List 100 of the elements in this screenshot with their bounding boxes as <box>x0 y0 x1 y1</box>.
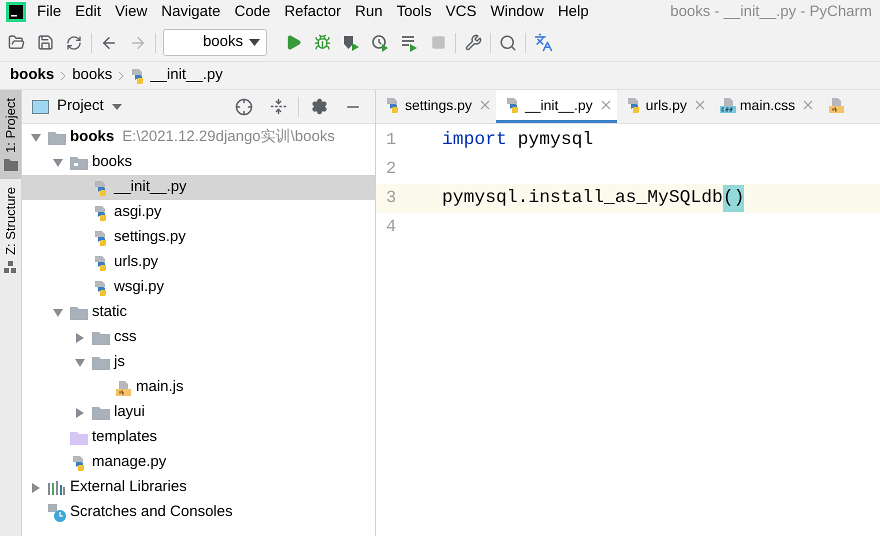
tree-label: External Libraries <box>70 477 187 498</box>
tree-row[interactable]: asgi.py <box>22 200 375 225</box>
tree-row[interactable]: External Libraries <box>22 475 375 500</box>
menu-item[interactable]: Code <box>227 0 278 24</box>
code-text: pymysql.install_as_MySQLdb <box>442 187 723 210</box>
tree-label: static <box>92 302 128 322</box>
menu-item[interactable]: Window <box>483 0 551 24</box>
menu-item[interactable]: View <box>108 0 154 24</box>
folder-icon <box>4 158 18 171</box>
folder-icon <box>48 130 66 144</box>
python-file-icon <box>93 204 109 220</box>
line-number: 2 <box>385 158 398 181</box>
line-number: 3 <box>385 188 398 210</box>
tree-row[interactable]: templates <box>22 425 375 450</box>
tree-row[interactable]: wsgi.py <box>22 275 375 300</box>
tree-row[interactable]: books <box>22 150 375 175</box>
tree-row[interactable]: layui <box>22 400 375 425</box>
tree-row[interactable]: settings.py <box>22 225 375 250</box>
close-icon[interactable] <box>803 100 814 110</box>
js-file-icon <box>115 380 131 396</box>
app-logo-icon <box>6 2 26 22</box>
collapsed-arrow-icon[interactable] <box>31 482 41 492</box>
python-file-icon <box>93 230 109 246</box>
python-file-icon <box>93 180 109 196</box>
tree-row[interactable]: Scratches and Consoles <box>22 500 375 525</box>
tree-label: Scratches and Consoles <box>70 502 233 522</box>
side-tool-tab[interactable]: 1: Project <box>0 90 21 179</box>
editor-tab[interactable]: __init__.py <box>496 90 617 123</box>
python-file-icon <box>93 280 109 296</box>
menu-item[interactable]: Tools <box>390 0 439 24</box>
tree-label: settings.py <box>114 227 186 248</box>
expanded-arrow-icon[interactable] <box>75 358 85 368</box>
expanded-arrow-icon[interactable] <box>31 132 41 142</box>
tree-row[interactable]: static <box>22 300 375 325</box>
tree-path: E:\2021.12.29django实训\books <box>122 127 335 148</box>
menu-item[interactable]: Navigate <box>154 0 228 24</box>
folder-icon <box>92 406 110 420</box>
side-tab-label: Z: Structure <box>2 186 19 255</box>
line-number: 4 <box>385 216 398 239</box>
close-icon[interactable] <box>480 100 490 110</box>
tree-label: asgi.py <box>114 202 162 222</box>
folder-icon <box>70 306 88 320</box>
code-text: () <box>722 185 744 212</box>
editor-tab[interactable]: main.css <box>710 90 820 123</box>
tree-row[interactable]: urls.py <box>22 250 375 275</box>
collapsed-arrow-icon[interactable] <box>75 332 85 342</box>
expanded-arrow-icon[interactable] <box>53 308 63 318</box>
menu-item[interactable]: VCS <box>438 0 484 24</box>
project-window-icon <box>32 100 49 114</box>
menu-item[interactable]: Refactor <box>277 0 348 24</box>
run-configuration-dropdown[interactable]: books <box>163 29 267 56</box>
breadcrumb-item[interactable]: books <box>72 64 112 87</box>
expanded-arrow-icon[interactable] <box>53 158 63 168</box>
project-view-dropdown[interactable]: Project <box>57 95 122 118</box>
tree-label: js <box>114 352 125 372</box>
tree-row[interactable]: css <box>22 325 375 350</box>
tree-label: layui <box>114 402 145 422</box>
tab-label: main.css <box>740 96 796 114</box>
menu-item[interactable]: File <box>30 0 68 24</box>
tree-row[interactable]: main.js <box>22 375 375 400</box>
tab-label: settings.py <box>405 96 472 115</box>
menu-item[interactable]: Help <box>550 0 596 24</box>
breadcrumb-item[interactable]: books <box>10 64 54 87</box>
python-file-icon <box>385 97 401 113</box>
tree-label: __init__.py <box>114 177 187 198</box>
breadcrumb-item[interactable]: __init__.py <box>150 64 223 87</box>
menu-item[interactable]: Run <box>348 0 390 24</box>
folder-icon <box>92 330 110 344</box>
tab-label: __init__.py <box>524 96 593 115</box>
tree-label: main.js <box>136 377 184 398</box>
dropdown-caret-icon <box>249 39 260 46</box>
editor-tab[interactable]: urls.py <box>616 90 711 123</box>
tree-row[interactable]: books E:\2021.12.29django实训\books <box>22 125 375 150</box>
python-file-icon <box>93 254 109 270</box>
package-folder-icon <box>70 156 88 170</box>
python-file-icon <box>504 97 521 113</box>
menu-item[interactable]: Edit <box>68 0 108 24</box>
close-icon[interactable] <box>694 100 705 110</box>
tab-label: urls.py <box>646 96 687 115</box>
code-text: pymysql <box>516 129 594 152</box>
editor-tab[interactable]: settings.py <box>376 90 496 123</box>
python-file-icon <box>71 454 87 470</box>
tree-label: templates <box>92 427 158 448</box>
code-keyword: import <box>442 129 507 152</box>
tree-row[interactable]: __init__.py <box>22 175 375 200</box>
window-title: books - __init__.py - PyCharm <box>670 2 872 22</box>
tree-label: books <box>70 127 114 148</box>
css-file-icon <box>720 97 736 113</box>
tree-row[interactable]: js <box>22 350 375 375</box>
tree-row[interactable]: manage.py <box>22 450 375 475</box>
dropdown-caret-icon <box>112 104 122 110</box>
close-icon[interactable] <box>600 100 611 110</box>
tree-label: books <box>92 152 132 172</box>
side-tab-label: 1: Project <box>2 98 19 153</box>
scratches-clock-icon <box>48 504 66 522</box>
tree-label: css <box>114 327 136 348</box>
collapsed-arrow-icon[interactable] <box>75 408 85 418</box>
side-tool-tab[interactable]: Z: Structure <box>0 178 21 281</box>
js-file-icon <box>828 97 844 113</box>
structure-icon <box>4 260 18 273</box>
